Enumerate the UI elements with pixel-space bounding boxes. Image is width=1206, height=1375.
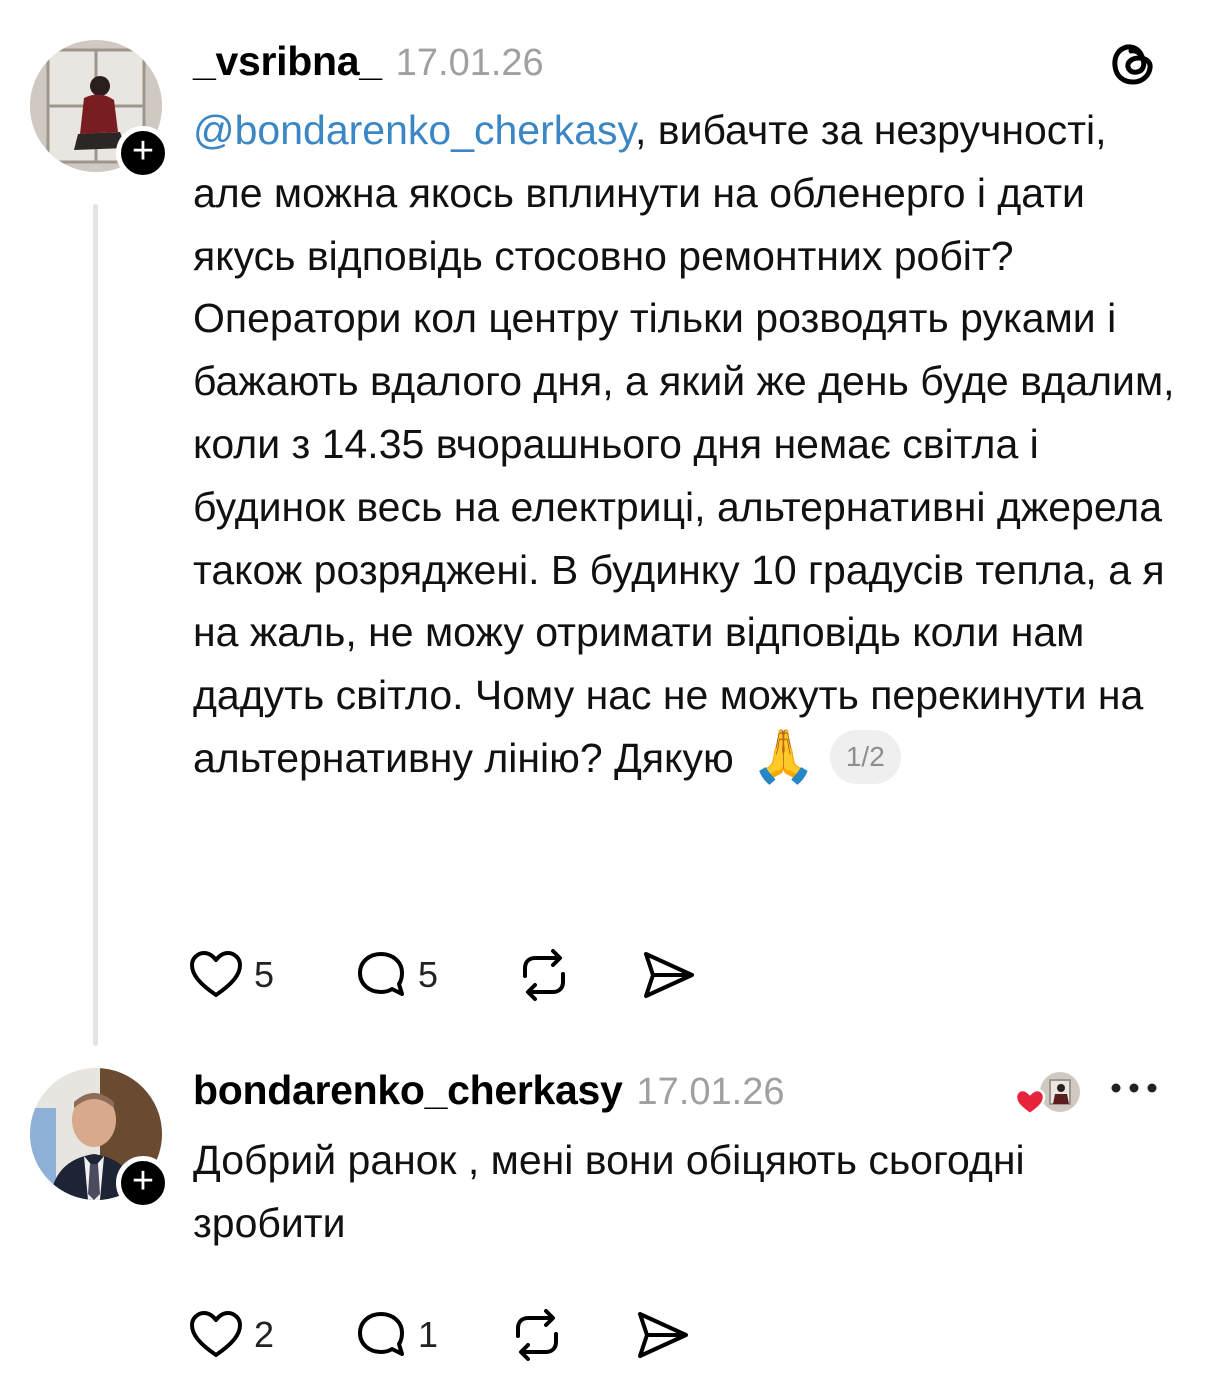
follow-button[interactable]: + <box>116 126 170 180</box>
heart-icon <box>190 1311 242 1357</box>
heart-icon <box>190 951 242 997</box>
follow-button[interactable]: + <box>116 1156 170 1210</box>
thread-post: + bondarenko_cherkasy 17.01.26 Добрий ра… <box>0 1050 1206 1375</box>
like-count: 5 <box>254 954 275 995</box>
like-button[interactable]: 5 <box>188 945 274 1005</box>
heart-filled-icon <box>1014 1088 1046 1116</box>
page-indicator[interactable]: 1/2 <box>829 730 901 785</box>
share-button[interactable] <box>634 1305 692 1365</box>
thread-post: + _vsribna_ 17.01.26 @bondarenko_cherkas… <box>0 0 1206 1050</box>
send-icon <box>638 1312 688 1358</box>
share-button[interactable] <box>640 945 698 1005</box>
post-date: 17.01.26 <box>636 1071 785 1113</box>
repost-button[interactable] <box>508 1305 566 1365</box>
send-icon <box>644 952 694 998</box>
reply-button[interactable]: 1 <box>354 1305 438 1365</box>
more-dots-icon[interactable] <box>1108 1078 1160 1098</box>
thread-connector-line <box>93 204 98 1046</box>
reply-button[interactable]: 5 <box>354 945 438 1005</box>
post-body: , вибачте за незручності, але можна якос… <box>193 107 1175 781</box>
reply-count: 1 <box>418 1314 439 1355</box>
like-count: 2 <box>254 1314 275 1355</box>
mention-link[interactable]: @bondarenko_cherkasy <box>193 107 635 153</box>
repost-icon <box>516 1309 558 1361</box>
post-header: bondarenko_cherkasy 17.01.26 <box>193 1067 784 1119</box>
comment-icon <box>358 952 404 996</box>
comment-icon <box>358 1312 404 1356</box>
reply-count: 5 <box>418 954 439 995</box>
post-text: @bondarenko_cherkasy, вибачте за незручн… <box>193 99 1183 790</box>
post-header: _vsribna_ 17.01.26 <box>193 38 544 90</box>
username[interactable]: bondarenko_cherkasy <box>193 1067 623 1114</box>
repost-icon <box>523 949 565 1001</box>
liked-by-author-indicator <box>1014 1072 1080 1116</box>
repost-button[interactable] <box>515 945 573 1005</box>
username[interactable]: _vsribna_ <box>193 38 382 85</box>
like-button[interactable]: 2 <box>188 1305 274 1365</box>
post-date: 17.01.26 <box>395 42 544 84</box>
threads-logo-icon[interactable] <box>1108 38 1158 88</box>
pray-emoji: 🙏 <box>751 728 816 787</box>
post-text: Добрий ранок , мені вони обіцяють сьогод… <box>193 1137 1025 1246</box>
